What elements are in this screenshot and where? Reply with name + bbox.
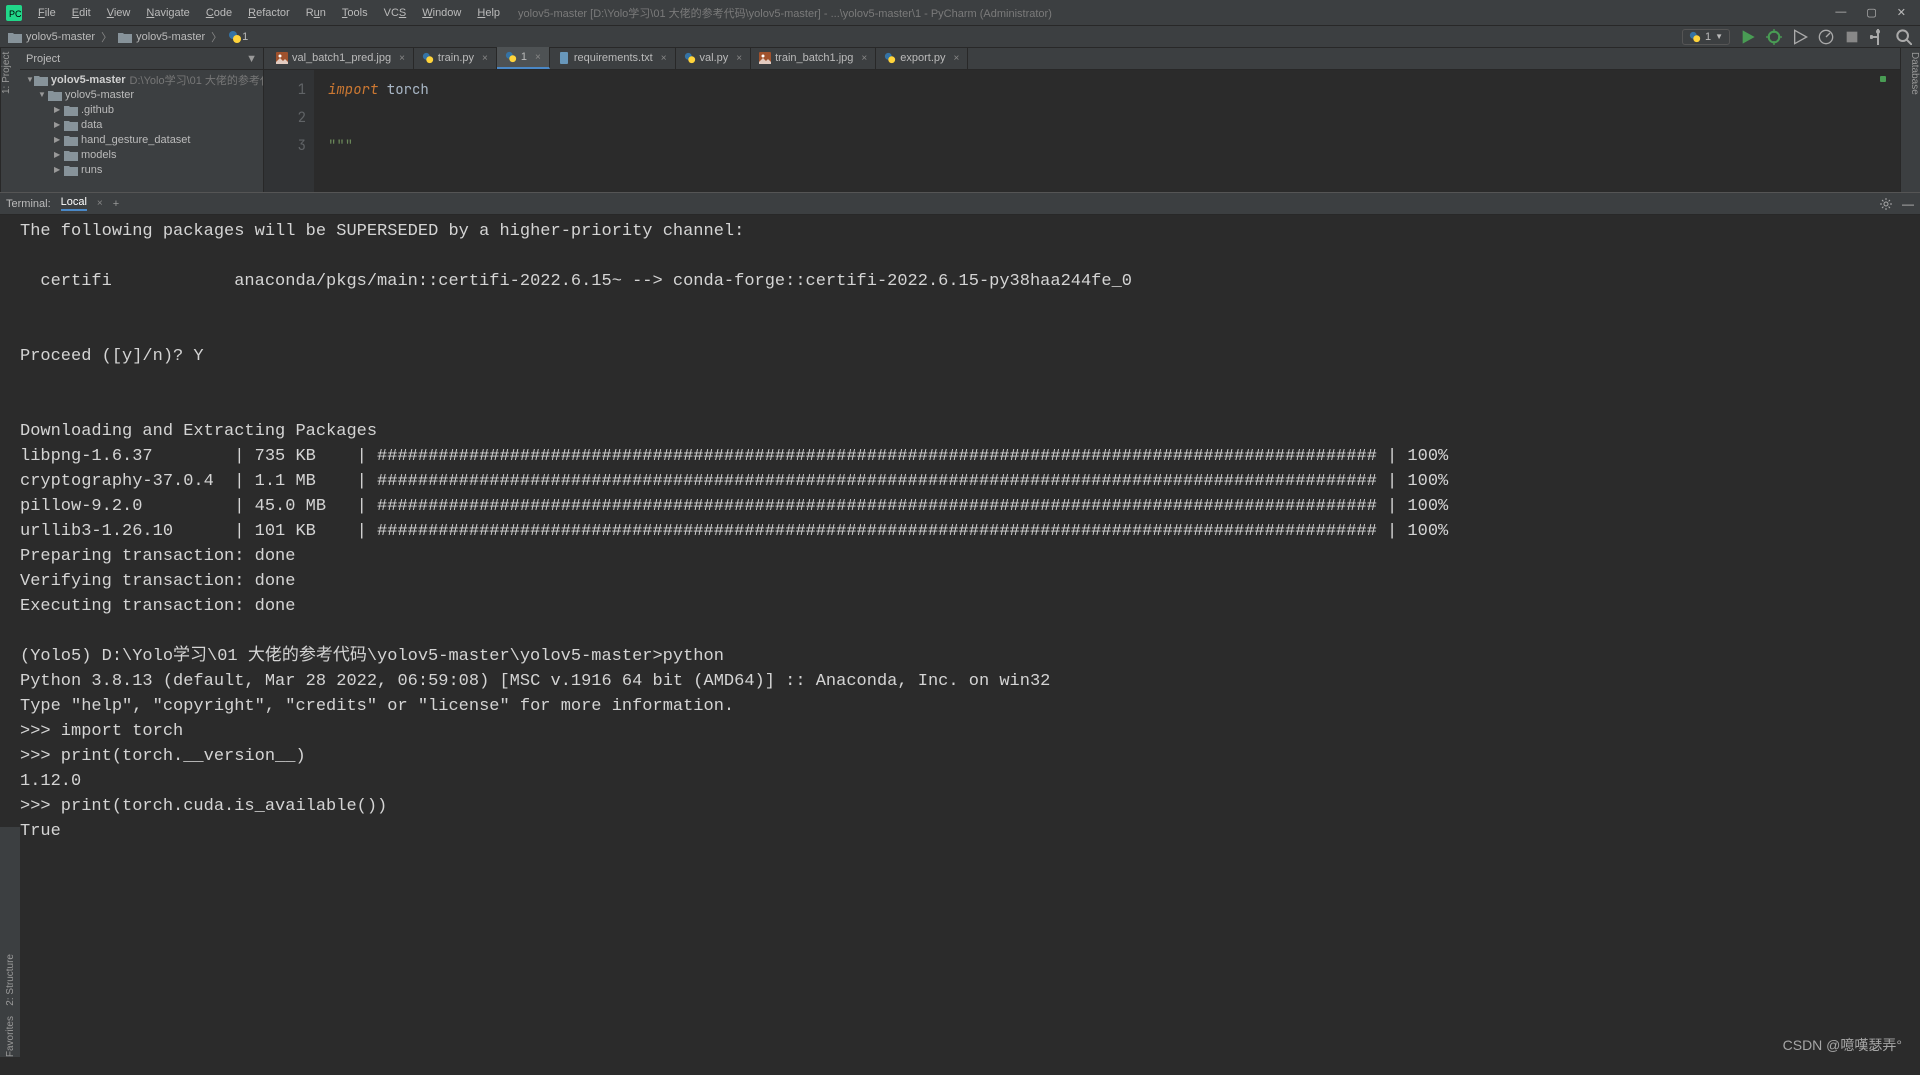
menu-view[interactable]: View [99, 7, 139, 19]
debug-icon[interactable] [1766, 29, 1782, 45]
editor-tab[interactable]: val.py× [676, 47, 752, 69]
menu-code[interactable]: Code [198, 7, 240, 19]
chevron-down-icon[interactable]: ▼ [246, 53, 257, 65]
editor-tab[interactable]: train.py× [414, 47, 497, 69]
breadcrumb-root[interactable]: yolov5-master [26, 31, 95, 43]
folder-icon [64, 149, 78, 161]
terminal-panel: Terminal: Local × + — The following pack… [0, 192, 1920, 853]
tree-node[interactable]: ▶hand_gesture_dataset [20, 132, 263, 147]
navbar: yolov5-master 〉 yolov5-master 〉 1 1 ▼ [0, 26, 1920, 48]
file-icon [759, 52, 771, 64]
chevron-right-icon: ▶ [54, 105, 64, 114]
editor-tab[interactable]: requirements.txt× [550, 47, 676, 69]
chevron-right-icon: ▶ [54, 165, 64, 174]
tab-close-icon[interactable]: × [399, 53, 405, 64]
gutter: 123 [264, 70, 314, 192]
watermark: CSDN @噫嘆瑟弄° [1783, 1035, 1902, 1055]
tree-root[interactable]: ▼ yolov5-master D:\Yolo学习\01 大佬的参考代码\yol… [20, 72, 263, 87]
file-icon [422, 52, 434, 64]
file-icon [884, 52, 896, 64]
terminal-tab-local[interactable]: Local [61, 196, 87, 211]
stop-icon[interactable] [1844, 29, 1860, 45]
run-config-select[interactable]: 1 ▼ [1682, 29, 1730, 45]
project-header[interactable]: Project ▼ [20, 48, 263, 70]
code-editor[interactable]: 123 import torch """ [264, 70, 1900, 192]
hide-icon[interactable]: — [1902, 197, 1914, 211]
chevron-right-icon: ▶ [54, 150, 64, 159]
tree-node[interactable]: ▶runs [20, 162, 263, 177]
minimize-icon[interactable]: — [1835, 6, 1846, 19]
folder-icon [64, 119, 78, 131]
profile-icon[interactable] [1818, 29, 1834, 45]
close-icon[interactable]: ✕ [1897, 6, 1906, 19]
editor-tab[interactable]: val_batch1_pred.jpg× [268, 47, 414, 69]
breadcrumb-file[interactable]: 1 [242, 31, 248, 43]
chevron-right-icon: ▶ [54, 135, 64, 144]
folder-icon [48, 89, 62, 101]
terminal-add-icon[interactable]: + [113, 198, 119, 210]
terminal-label: Terminal: [6, 198, 51, 210]
app-logo-icon: PC [6, 5, 22, 21]
inspection-ok-icon [1880, 76, 1886, 82]
tree-node[interactable]: ▼yolov5-master [20, 87, 263, 102]
tab-close-icon[interactable]: × [661, 53, 667, 64]
tab-close-icon[interactable]: × [861, 53, 867, 64]
folder-icon [64, 104, 78, 116]
run-icon[interactable] [1740, 29, 1756, 45]
chevron-down-icon: ▼ [38, 90, 48, 99]
menu-refactor[interactable]: Refactor [240, 7, 298, 19]
menu-window[interactable]: Window [414, 7, 469, 19]
tree-node[interactable]: ▶data [20, 117, 263, 132]
file-icon [276, 52, 288, 64]
search-icon[interactable] [1896, 29, 1912, 45]
chevron-right-icon: ▶ [54, 120, 64, 129]
git-icon[interactable] [1870, 29, 1886, 45]
file-icon [684, 52, 696, 64]
folder-icon [8, 31, 22, 43]
python-file-icon [228, 30, 242, 44]
tab-close-icon[interactable]: × [482, 53, 488, 64]
editor-tab[interactable]: train_batch1.jpg× [751, 47, 876, 69]
maximize-icon[interactable]: ▢ [1866, 6, 1876, 19]
folder-icon [64, 134, 78, 146]
left-tool-strip[interactable]: 1: Project [0, 48, 20, 192]
menu-help[interactable]: Help [469, 7, 508, 19]
tree-node[interactable]: ▶.github [20, 102, 263, 117]
window-title: yolov5-master [D:\Yolo学习\01 大佬的参考代码\yolo… [518, 5, 1052, 21]
tab-close-icon[interactable]: × [736, 53, 742, 64]
editor-tab[interactable]: 1× [497, 47, 550, 69]
menu-file[interactable]: File [30, 7, 64, 19]
editor-area: val_batch1_pred.jpg×train.py×1×requireme… [264, 48, 1900, 192]
code-content: import torch """ [314, 70, 429, 192]
tree-node[interactable]: ▶models [20, 147, 263, 162]
menu-tools[interactable]: Tools [334, 7, 376, 19]
svg-text:PC: PC [9, 9, 22, 19]
folder-icon [34, 74, 48, 86]
menu-navigate[interactable]: Navigate [138, 7, 197, 19]
file-icon [505, 51, 517, 63]
gear-icon[interactable] [1880, 198, 1892, 210]
menubar: PC File Edit View Navigate Code Refactor… [0, 0, 1920, 26]
right-tool-strip[interactable]: Database [1900, 48, 1920, 192]
chevron-down-icon: ▼ [26, 75, 34, 84]
folder-icon [64, 164, 78, 176]
terminal-tabs: Terminal: Local × + — [0, 193, 1920, 215]
menu-vcs[interactable]: VCS [376, 7, 415, 19]
file-icon [558, 52, 570, 64]
menu-edit[interactable]: Edit [64, 7, 99, 19]
folder-icon [118, 31, 132, 43]
project-panel: Project ▼ ▼ yolov5-master D:\Yolo学习\01 大… [20, 48, 264, 192]
left-bottom-tool-strip[interactable]: 2: Structure Favorites [0, 827, 20, 1057]
terminal-tab-close-icon[interactable]: × [97, 198, 103, 209]
tab-close-icon[interactable]: × [535, 52, 541, 63]
editor-tab[interactable]: export.py× [876, 47, 968, 69]
tab-close-icon[interactable]: × [954, 53, 960, 64]
run-coverage-icon[interactable] [1792, 29, 1808, 45]
chevron-down-icon: ▼ [1715, 32, 1723, 41]
terminal-output[interactable]: The following packages will be SUPERSEDE… [0, 215, 1920, 853]
python-file-icon [1689, 31, 1701, 43]
breadcrumb-module[interactable]: yolov5-master [136, 31, 205, 43]
editor-tabs: val_batch1_pred.jpg×train.py×1×requireme… [264, 48, 1900, 70]
menu-run[interactable]: Run [298, 7, 334, 19]
